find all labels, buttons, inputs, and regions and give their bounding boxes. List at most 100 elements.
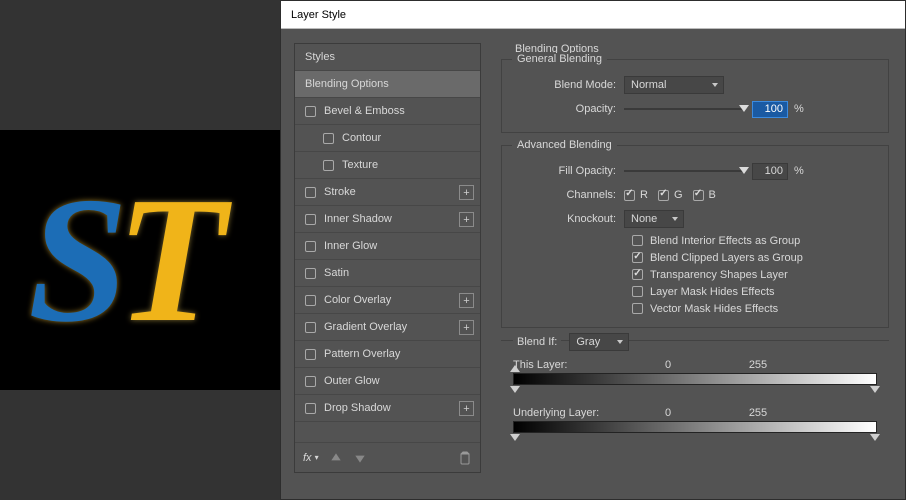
fill-opacity-slider[interactable] bbox=[624, 164, 744, 178]
general-blending-group: General Blending Blend Mode: Normal Opac… bbox=[501, 59, 889, 133]
layer-mask-hides-checkbox[interactable] bbox=[632, 286, 643, 297]
layer-style-dialog: Layer Style Styles Blending Options Beve… bbox=[280, 0, 906, 500]
checkbox-pattern-overlay[interactable] bbox=[305, 349, 316, 360]
knockout-label: Knockout: bbox=[514, 213, 624, 225]
fill-opacity-label: Fill Opacity: bbox=[514, 165, 624, 177]
knockout-select[interactable]: None bbox=[624, 210, 684, 228]
underlying-layer-high: 255 bbox=[713, 407, 803, 419]
checkbox-outer-glow[interactable] bbox=[305, 376, 316, 387]
add-color-overlay-button[interactable]: + bbox=[459, 293, 474, 308]
text-layer-s: S bbox=[28, 170, 128, 350]
label: Pattern Overlay bbox=[324, 348, 400, 360]
advanced-blending-group: Advanced Blending Fill Opacity: 100 % Ch… bbox=[501, 145, 889, 328]
label: Inner Glow bbox=[324, 240, 377, 252]
checkbox-color-overlay[interactable] bbox=[305, 295, 316, 306]
underlying-layer-label: Underlying Layer: bbox=[513, 407, 623, 419]
add-drop-shadow-button[interactable]: + bbox=[459, 401, 474, 416]
this-layer-black-slider[interactable] bbox=[510, 386, 520, 393]
effects-list-footer: fx ▾ bbox=[295, 442, 480, 472]
blend-interior-checkbox[interactable] bbox=[632, 235, 643, 246]
vector-mask-hides-checkbox[interactable] bbox=[632, 303, 643, 314]
underlying-layer-blend-range: Underlying Layer: 0 255 bbox=[507, 407, 883, 445]
channel-g-checkbox[interactable] bbox=[658, 190, 669, 201]
label: Contour bbox=[342, 132, 381, 144]
opacity-label: Opacity: bbox=[514, 103, 624, 115]
list-item-pattern-overlay[interactable]: Pattern Overlay bbox=[295, 341, 480, 368]
text-layer-t: T bbox=[116, 170, 226, 350]
channel-r-checkbox[interactable] bbox=[624, 190, 635, 201]
arrow-down-icon[interactable] bbox=[353, 451, 367, 465]
underlying-layer-low: 0 bbox=[623, 407, 713, 419]
this-layer-low: 0 bbox=[623, 359, 713, 371]
checkbox-satin[interactable] bbox=[305, 268, 316, 279]
list-item-styles[interactable]: Styles bbox=[295, 44, 480, 71]
list-item-inner-glow[interactable]: Inner Glow bbox=[295, 233, 480, 260]
list-item-stroke[interactable]: Stroke + bbox=[295, 179, 480, 206]
add-inner-shadow-button[interactable]: + bbox=[459, 212, 474, 227]
general-blending-legend: General Blending bbox=[512, 53, 607, 65]
checkbox-drop-shadow[interactable] bbox=[305, 403, 316, 414]
this-layer-label: This Layer: bbox=[513, 359, 623, 371]
blend-if-label: Blend If: bbox=[513, 336, 561, 348]
arrow-up-icon[interactable] bbox=[329, 451, 343, 465]
checkbox-inner-shadow[interactable] bbox=[305, 214, 316, 225]
underlying-black-slider[interactable] bbox=[510, 434, 520, 441]
label: Styles bbox=[305, 51, 335, 63]
opacity-slider[interactable] bbox=[624, 102, 744, 116]
this-layer-high: 255 bbox=[713, 359, 803, 371]
list-item-outer-glow[interactable]: Outer Glow bbox=[295, 368, 480, 395]
channel-b-checkbox[interactable] bbox=[693, 190, 704, 201]
blend-mode-select[interactable]: Normal bbox=[624, 76, 724, 94]
blend-if-select[interactable]: Gray bbox=[569, 333, 629, 351]
list-item-color-overlay[interactable]: Color Overlay + bbox=[295, 287, 480, 314]
label: Inner Shadow bbox=[324, 213, 392, 225]
label: Bevel & Emboss bbox=[324, 105, 405, 117]
blend-clipped-checkbox[interactable] bbox=[632, 252, 643, 263]
opacity-input[interactable]: 100 bbox=[752, 101, 788, 118]
fill-opacity-input[interactable]: 100 bbox=[752, 163, 788, 180]
channels-label: Channels: bbox=[514, 189, 624, 201]
label: Drop Shadow bbox=[324, 402, 391, 414]
list-item-texture[interactable]: Texture bbox=[295, 152, 480, 179]
checkbox-texture[interactable] bbox=[323, 160, 334, 171]
this-layer-gradient[interactable] bbox=[513, 373, 877, 385]
label: Color Overlay bbox=[324, 294, 391, 306]
advanced-blending-legend: Advanced Blending bbox=[512, 139, 617, 151]
effects-left-pane: Styles Blending Options Bevel & Emboss C… bbox=[281, 29, 491, 499]
this-layer-lower-marker[interactable] bbox=[510, 365, 520, 372]
trash-icon[interactable] bbox=[458, 451, 472, 465]
transparency-shapes-checkbox[interactable] bbox=[632, 269, 643, 280]
list-item-inner-shadow[interactable]: Inner Shadow + bbox=[295, 206, 480, 233]
checkbox-stroke[interactable] bbox=[305, 187, 316, 198]
blend-mode-label: Blend Mode: bbox=[514, 79, 624, 91]
checkbox-bevel[interactable] bbox=[305, 106, 316, 117]
dialog-titlebar[interactable]: Layer Style bbox=[281, 1, 905, 29]
list-item-blending-options[interactable]: Blending Options bbox=[295, 71, 480, 98]
label: Satin bbox=[324, 267, 349, 279]
this-layer-blend-range: This Layer: 0 255 bbox=[507, 359, 883, 397]
label: Gradient Overlay bbox=[324, 321, 407, 333]
checkbox-inner-glow[interactable] bbox=[305, 241, 316, 252]
list-item-bevel-emboss[interactable]: Bevel & Emboss bbox=[295, 98, 480, 125]
underlying-white-slider[interactable] bbox=[870, 434, 880, 441]
effects-list: Styles Blending Options Bevel & Emboss C… bbox=[294, 43, 481, 473]
label: Outer Glow bbox=[324, 375, 380, 387]
add-gradient-overlay-button[interactable]: + bbox=[459, 320, 474, 335]
label: Stroke bbox=[324, 186, 356, 198]
underlying-layer-gradient[interactable] bbox=[513, 421, 877, 433]
dialog-title: Layer Style bbox=[291, 9, 346, 21]
fx-menu-button[interactable]: fx ▾ bbox=[303, 452, 319, 464]
options-right-pane: Blending Options General Blending Blend … bbox=[491, 29, 905, 499]
label: Blending Options bbox=[305, 78, 389, 90]
list-item-satin[interactable]: Satin bbox=[295, 260, 480, 287]
document-canvas: S T bbox=[0, 130, 280, 390]
this-layer-white-slider[interactable] bbox=[870, 386, 880, 393]
list-item-contour[interactable]: Contour bbox=[295, 125, 480, 152]
pct-label: % bbox=[794, 165, 804, 177]
checkbox-gradient-overlay[interactable] bbox=[305, 322, 316, 333]
label: Texture bbox=[342, 159, 378, 171]
add-stroke-button[interactable]: + bbox=[459, 185, 474, 200]
list-item-drop-shadow[interactable]: Drop Shadow + bbox=[295, 395, 480, 422]
list-item-gradient-overlay[interactable]: Gradient Overlay + bbox=[295, 314, 480, 341]
checkbox-contour[interactable] bbox=[323, 133, 334, 144]
